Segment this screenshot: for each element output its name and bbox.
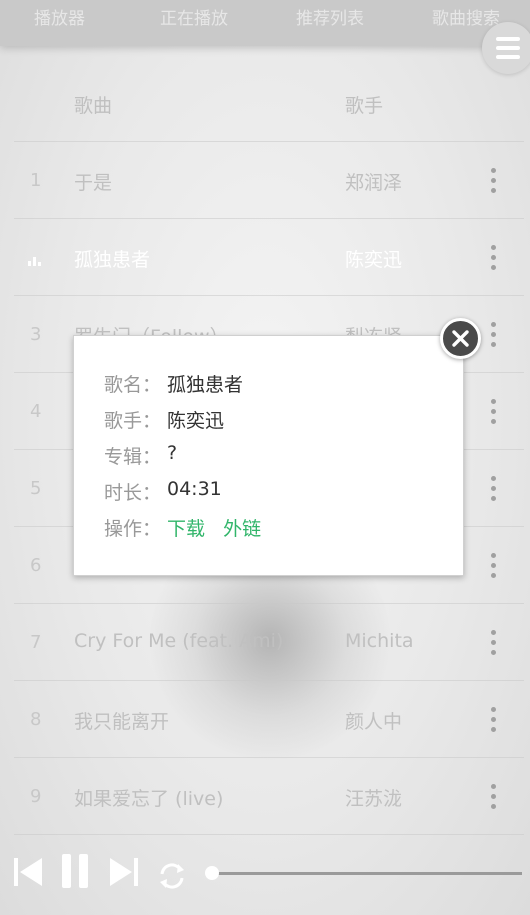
actions-links: 下载 外链 [167, 514, 261, 541]
list-header: 歌曲 歌手 [14, 65, 524, 142]
repeat-icon[interactable] [156, 860, 188, 892]
song-title: 我只能离开 [74, 711, 170, 733]
info-row-actions: 操作： 下载 外链 [104, 514, 261, 541]
artist-value: 陈奕迅 [167, 410, 225, 432]
more-vertical-icon[interactable] [486, 245, 500, 271]
list-item[interactable]: 孤独患者 陈奕迅 [14, 219, 524, 296]
more-vertical-icon[interactable] [486, 399, 500, 425]
duration-label: 时长： [104, 482, 162, 504]
tab-search[interactable]: 歌曲搜索 [432, 4, 500, 29]
more-vertical-icon[interactable] [486, 707, 500, 733]
track-number: 3 [30, 324, 42, 345]
pause-icon[interactable] [61, 853, 89, 889]
track-number: 9 [30, 786, 42, 807]
duration-value: 04:31 [167, 478, 222, 500]
tab-recommend[interactable]: 推荐列表 [296, 4, 364, 29]
external-link[interactable]: 外链 [223, 518, 261, 540]
more-vertical-icon[interactable] [486, 553, 500, 579]
more-vertical-icon[interactable] [486, 630, 500, 656]
song-title: 如果爱忘了 (live) [74, 788, 224, 810]
close-button[interactable] [440, 318, 481, 359]
artist-label: 歌手： [104, 410, 162, 432]
info-row-name: 歌名： 孤独患者 [104, 370, 243, 397]
header-song: 歌曲 [74, 95, 113, 117]
equalizer-icon [28, 256, 44, 266]
more-vertical-icon[interactable] [486, 476, 500, 502]
song-info-dialog: 歌名： 孤独患者 歌手： 陈奕迅 专辑： ? 时长： 04:31 操作： 下载 … [73, 335, 464, 576]
actions-label: 操作： [104, 518, 162, 540]
top-tab-bar: 播放器 正在播放 推荐列表 歌曲搜索 [0, 0, 530, 46]
tab-player[interactable]: 播放器 [34, 4, 85, 29]
track-number: 8 [30, 709, 42, 730]
more-vertical-icon[interactable] [486, 322, 500, 348]
song-artist: 颜人中 [345, 711, 403, 733]
song-title: 于是 [74, 172, 113, 194]
next-icon[interactable] [108, 856, 140, 888]
list-item[interactable]: 9 如果爱忘了 (live) 汪苏泷 [14, 758, 524, 835]
info-row-artist: 歌手： 陈奕迅 [104, 406, 224, 433]
more-vertical-icon[interactable] [486, 784, 500, 810]
song-name-label: 歌名： [104, 374, 162, 396]
progress-track[interactable] [212, 872, 522, 875]
song-artist: 汪苏泷 [345, 788, 403, 810]
list-item[interactable]: 7 Cry For Me (feat. Ami) Michita [14, 604, 524, 681]
info-row-album: 专辑： ? [104, 442, 177, 469]
tab-now-playing[interactable]: 正在播放 [160, 4, 228, 29]
track-number: 1 [30, 170, 42, 191]
album-value: ? [167, 442, 178, 464]
track-number: 4 [30, 401, 42, 422]
list-item[interactable]: 8 我只能离开 颜人中 [14, 681, 524, 758]
song-name-value: 孤独患者 [167, 374, 244, 396]
track-number: 5 [30, 478, 42, 499]
album-label: 专辑： [104, 446, 162, 468]
close-icon [452, 330, 469, 347]
info-row-duration: 时长： 04:31 [104, 478, 222, 505]
song-title: 孤独患者 [74, 249, 151, 271]
download-link[interactable]: 下载 [167, 518, 205, 540]
song-artist: 郑润泽 [345, 172, 403, 194]
header-artist: 歌手 [345, 95, 384, 117]
track-number: 6 [30, 555, 42, 576]
more-vertical-icon[interactable] [486, 168, 500, 194]
song-artist: 陈奕迅 [345, 249, 403, 271]
previous-icon[interactable] [12, 856, 44, 888]
track-number: 7 [30, 632, 42, 653]
song-title: Cry For Me (feat. Ami) [74, 630, 284, 652]
list-item[interactable]: 1 于是 郑润泽 [14, 142, 524, 219]
song-artist: Michita [345, 630, 414, 652]
progress-knob[interactable] [205, 866, 219, 880]
